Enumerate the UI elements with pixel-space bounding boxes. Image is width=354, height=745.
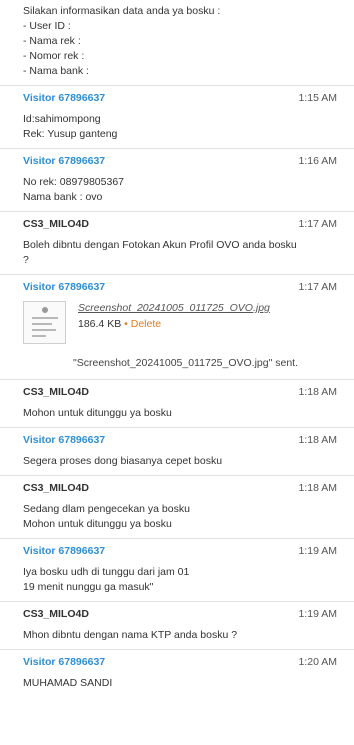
chat-message: CS3_MILO4D 1:17 AM Boleh dibntu dengan F… xyxy=(0,212,354,275)
message-line: Rek: Yusup ganteng xyxy=(23,128,118,140)
message-time: 1:17 AM xyxy=(298,218,337,230)
attachment-sent-status: "Screenshot_20241005_011725_OVO.jpg" sen… xyxy=(73,357,299,369)
message-line: Id:sahimompong xyxy=(23,113,101,125)
chat-message: Visitor 67896637 1:19 AM Iya bosku udh d… xyxy=(0,539,354,602)
chat-message: CS3_MILO4D 1:18 AM Sedang dlam pengeceka… xyxy=(0,476,354,539)
sender-name: Visitor 67896637 xyxy=(23,155,106,167)
message-time: 1:18 AM xyxy=(298,386,337,398)
sender-name: Visitor 67896637 xyxy=(23,92,106,104)
message-line: - Nama bank : xyxy=(23,65,89,77)
message-time: 1:19 AM xyxy=(298,608,337,620)
sender-name: Visitor 67896637 xyxy=(23,545,106,557)
message-line: 19 menit nunggu ga masuk" xyxy=(23,581,154,593)
sender-name: CS3_MILO4D xyxy=(23,608,89,620)
sender-name: Visitor 67896637 xyxy=(23,656,106,668)
message-line: - Nama rek : xyxy=(23,35,81,47)
sender-name: Visitor 67896637 xyxy=(23,434,106,446)
message-time: 1:17 AM xyxy=(298,281,337,293)
message-line: Sedang dlam pengecekan ya bosku xyxy=(23,503,190,515)
message-line: - Nomor rek : xyxy=(23,50,85,62)
delete-link[interactable]: Delete xyxy=(131,318,161,330)
message-line: Boleh dibntu dengan Fotokan Akun Profil … xyxy=(23,239,297,251)
message-line: MUHAMAD SANDI xyxy=(23,677,113,689)
sender-name: CS3_MILO4D xyxy=(23,482,89,494)
file-attachment: Screenshot_20241005_011725_OVO.jpg 186.4… xyxy=(23,301,342,344)
attachment-size: 186.4 KB xyxy=(78,318,122,330)
chat-message: Visitor 67896637 1:15 AM Id:sahimompong … xyxy=(0,86,354,149)
message-line: Silakan informasikan data anda ya bosku … xyxy=(23,5,221,17)
message-time: 1:19 AM xyxy=(298,545,337,557)
message-time: 1:20 AM xyxy=(298,656,337,668)
chat-message: Visitor 67896637 1:17 AM Screenshot_2024… xyxy=(0,275,354,380)
message-line: Mhon dibntu dengan nama KTP anda bosku ? xyxy=(23,629,238,641)
message-line: - User ID : xyxy=(23,20,71,32)
message-line: Nama bank : ovo xyxy=(23,191,103,203)
chat-message: Visitor 67896637 1:20 AM MUHAMAD SANDI xyxy=(0,650,354,697)
message-time: 1:18 AM xyxy=(298,434,337,446)
message-line: Mohon untuk ditunggu ya bosku xyxy=(23,407,172,419)
chat-message: Visitor 67896637 1:18 AM Segera proses d… xyxy=(0,428,354,476)
image-thumbnail-icon[interactable] xyxy=(23,301,66,344)
chat-message: CS3_MILO4D 1:19 AM Mhon dibntu dengan na… xyxy=(0,602,354,650)
message-line: Segera proses dong biasanya cepet bosku xyxy=(23,455,223,467)
message-line: Iya bosku udh di tunggu dari jam 01 xyxy=(23,566,190,578)
sender-name: Visitor 67896637 xyxy=(23,281,106,293)
message-line: Mohon untuk ditunggu ya bosku xyxy=(23,518,172,530)
chat-transcript: Silakan informasikan data anda ya bosku … xyxy=(0,0,354,697)
message-time: 1:15 AM xyxy=(298,92,337,104)
sender-name: CS3_MILO4D xyxy=(23,218,89,230)
chat-message: Visitor 67896637 1:16 AM No rek: 0897980… xyxy=(0,149,354,212)
message-line: No rek: 08979805367 xyxy=(23,176,124,188)
chat-message: Silakan informasikan data anda ya bosku … xyxy=(0,0,354,86)
attachment-filename-link[interactable]: Screenshot_20241005_011725_OVO.jpg xyxy=(78,301,270,316)
message-time: 1:16 AM xyxy=(298,155,337,167)
separator-dot: • xyxy=(124,318,128,330)
sender-name: CS3_MILO4D xyxy=(23,386,89,398)
message-time: 1:18 AM xyxy=(298,482,337,494)
chat-message: CS3_MILO4D 1:18 AM Mohon untuk ditunggu … xyxy=(0,380,354,428)
message-line: ? xyxy=(23,254,29,266)
